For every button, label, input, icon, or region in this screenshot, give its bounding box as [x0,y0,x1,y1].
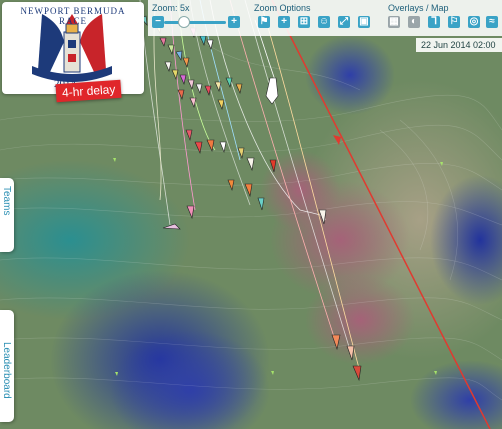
leaderboard-tab-label: Leaderboard [1,342,12,399]
map-toolbar: Zoom: 5x Zoom Options Overlays / Map − +… [148,0,502,36]
wave-icon[interactable]: ≈ [486,16,498,28]
wind-barb-icon[interactable]: ᒣ [428,16,440,28]
zoom-slider-track[interactable] [164,21,226,24]
teams-tab-label: Teams [1,186,12,216]
zoom-in-button[interactable]: + [228,16,240,28]
zoom-options-label: Zoom Options [254,3,311,13]
zoom-fit-icon[interactable]: + [278,16,290,28]
globe-icon[interactable]: ◐ [408,16,420,28]
zoom-slider-handle[interactable] [178,16,190,28]
group-icon[interactable]: ☺ [318,16,330,28]
current-icon[interactable]: ◎ [468,16,480,28]
overlays-map-label: Overlays / Map [388,3,449,13]
zoom-region-icon[interactable]: ▣ [358,16,370,28]
teams-tab[interactable]: Teams [0,178,14,252]
zoom-select-icon[interactable]: ⊞ [298,16,310,28]
fullscreen-icon[interactable]: ⤢ [338,16,350,28]
race-logo-title: NEWPORT BERMUDA RACE [20,6,126,26]
flag-overlay-icon[interactable]: ⚐ [448,16,460,28]
leaderboard-tab[interactable]: Leaderboard [0,310,14,422]
flag-icon[interactable]: ⚑ [258,16,270,28]
race-logo: NEWPORT BERMUDA RACE 2014 [2,2,144,94]
zoom-out-button[interactable]: − [152,16,164,28]
grid-icon[interactable]: ▦ [388,16,400,28]
forecast-timestamp: 22 Jun 2014 02:00 [416,38,502,52]
zoom-label: Zoom: 5x [152,3,190,13]
